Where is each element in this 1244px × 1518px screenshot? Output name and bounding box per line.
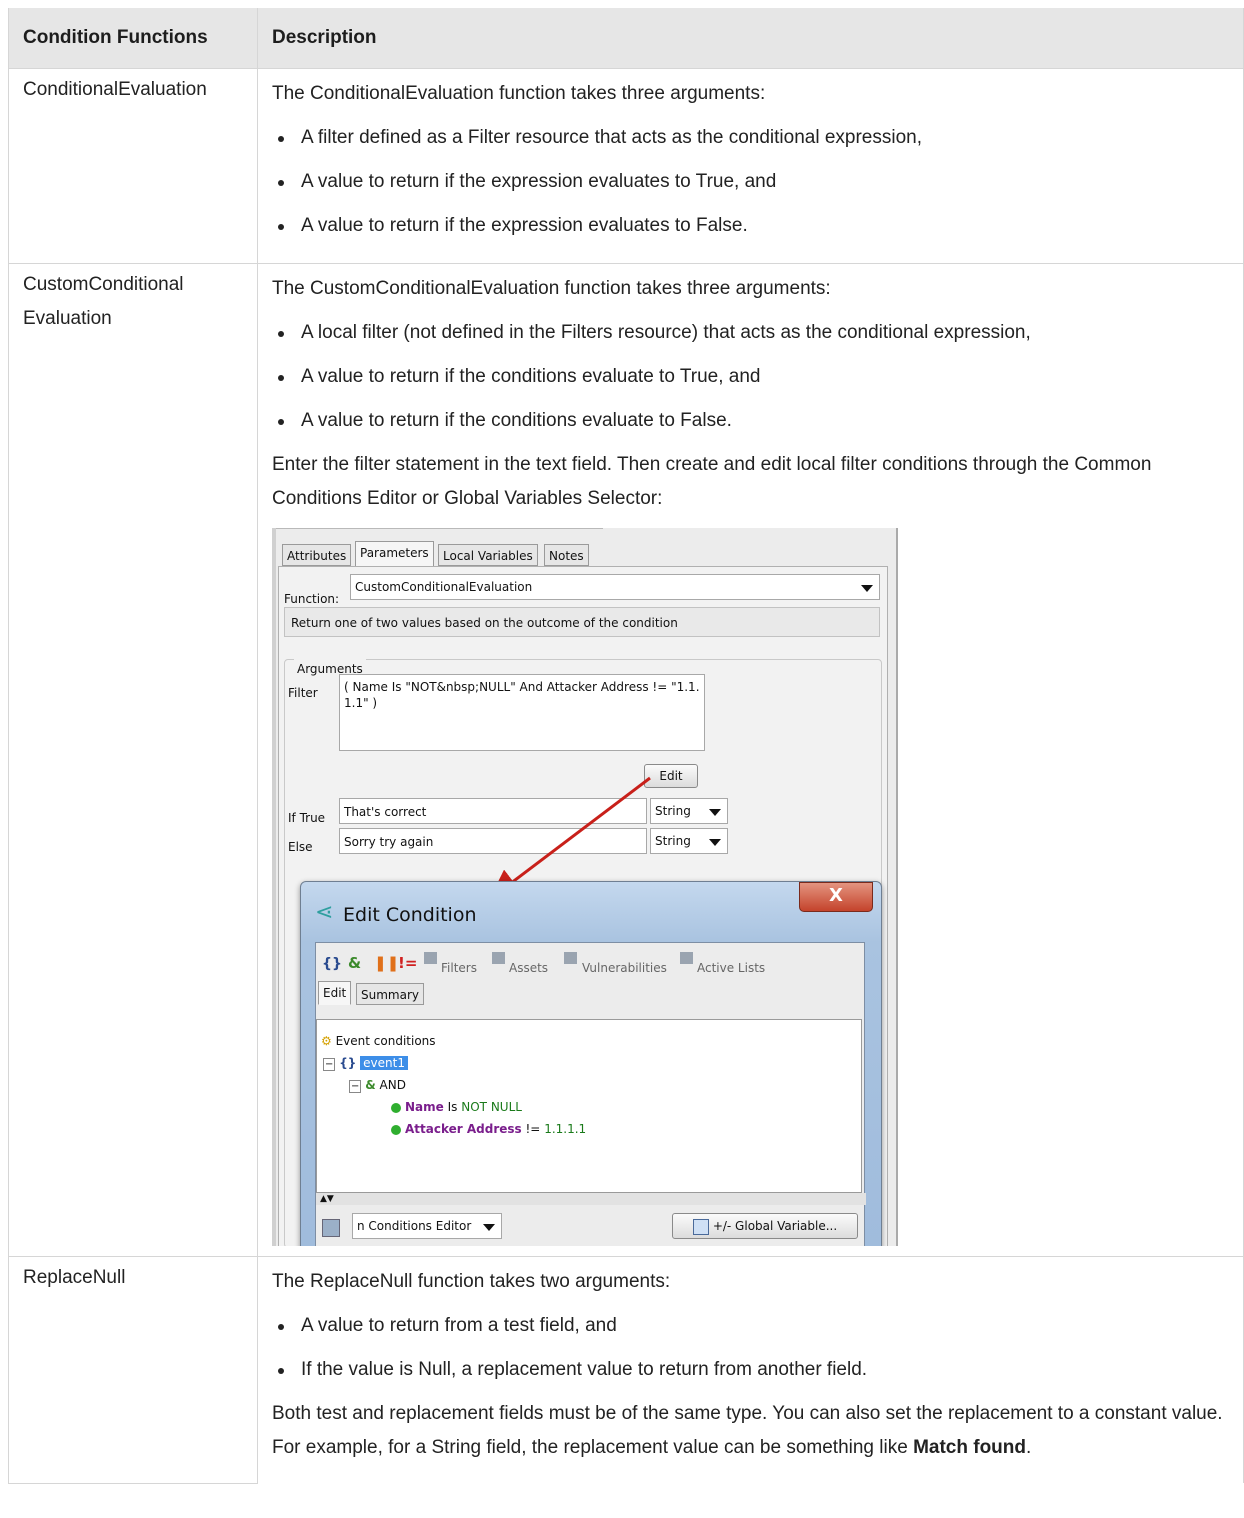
toolbar-vulnerabilities[interactable]: Vulnerabilities [582, 951, 667, 985]
braces-icon[interactable]: {} [322, 947, 342, 981]
editor-select-value: n Conditions Editor [357, 1219, 472, 1233]
editor-select[interactable]: n Conditions Editor [352, 1213, 502, 1239]
active-lists-icon [680, 952, 693, 964]
table-row: ConditionalEvaluation The ConditionalEva… [8, 68, 1244, 264]
table-row: CustomConditional Evaluation The CustomC… [8, 263, 1244, 1257]
list-item: A value to return if the expression eval… [272, 165, 1229, 199]
table-row: ReplaceNull The ReplaceNull function tak… [8, 1256, 1244, 1484]
followup-suffix: . [1026, 1437, 1032, 1458]
dialog-content: {} & ❚❚ != Filters Assets Vulnerabilitie… [315, 942, 866, 1246]
list-item: A local filter (not defined in the Filte… [272, 316, 1229, 350]
condition-icon: ⋖ [315, 900, 334, 925]
list-item: A value to return if the expression eval… [272, 209, 1229, 243]
condition-functions-table: Condition Functions Description Conditio… [8, 8, 1244, 1484]
table-header-row: Condition Functions Description [8, 8, 1244, 69]
ampersand-icon: & [365, 1078, 376, 1092]
function-name: ReplaceNull [23, 1267, 126, 1288]
followup-text: Both test and replacement fields must be… [272, 1403, 1223, 1458]
description-cell: The ReplaceNull function takes two argum… [257, 1256, 1244, 1483]
condition-tree: ⚙ Event conditions − {} event1 − & AND N… [316, 1019, 862, 1193]
vulnerabilities-icon [564, 952, 577, 964]
argument-list: A local filter (not defined in the Filte… [272, 316, 1229, 438]
function-name: ConditionalEvaluation [23, 79, 207, 100]
editor-icon [322, 1219, 340, 1237]
function-icon [692, 1218, 709, 1235]
description-followup: Both test and replacement fields must be… [272, 1397, 1229, 1465]
condition-field: Attacker Address [405, 1122, 522, 1136]
argument-list: A value to return from a test field, and… [272, 1309, 1229, 1387]
toolbar-filters[interactable]: Filters [441, 951, 477, 985]
list-item: A value to return from a test field, and [272, 1309, 1229, 1343]
condition-operator: != [525, 1122, 541, 1136]
not-equal-icon[interactable]: != [398, 946, 417, 980]
filters-icon [424, 952, 437, 964]
column-header-description: Description [257, 8, 1244, 69]
close-button[interactable]: X [799, 882, 873, 912]
argument-list: A filter defined as a Filter resource th… [272, 121, 1229, 243]
list-item: A value to return if the conditions eval… [272, 360, 1229, 394]
description-cell: The CustomConditionalEvaluation function… [257, 263, 1244, 1257]
tree-condition[interactable]: Attacker Address != 1.1.1.1 [391, 1112, 586, 1146]
condition-dot-icon [391, 1124, 401, 1135]
parameters-screenshot: Attributes Parameters Local Variables No… [272, 528, 898, 1246]
tab-summary[interactable]: Summary [356, 983, 424, 1005]
condition-value: 1.1.1.1 [544, 1122, 587, 1136]
dialog-title: Edit Condition [343, 904, 477, 926]
global-variable-button[interactable]: +/- Global Variable... [672, 1213, 858, 1239]
description-intro: The ReplaceNull function takes two argum… [272, 1271, 671, 1292]
description-intro: The ConditionalEvaluation function takes… [272, 83, 766, 104]
list-item: A value to return if the conditions eval… [272, 404, 1229, 438]
chevron-down-icon [483, 1224, 495, 1231]
toolbar-active-lists[interactable]: Active Lists [697, 951, 765, 985]
list-item: If the value is Null, a replacement valu… [272, 1353, 1229, 1387]
collapse-icon[interactable]: − [349, 1080, 362, 1093]
function-name-line-2: Evaluation [23, 308, 112, 329]
ampersand-icon[interactable]: & [348, 946, 361, 980]
function-name-line-1: CustomConditional [23, 274, 184, 295]
description-intro: The CustomConditionalEvaluation function… [272, 278, 831, 299]
collapse-icon[interactable]: − [323, 1058, 336, 1071]
list-item: A filter defined as a Filter resource th… [272, 121, 1229, 155]
toolbar-assets[interactable]: Assets [509, 951, 548, 985]
column-header-condition-functions: Condition Functions [8, 8, 258, 69]
splitter-arrows-icon[interactable]: ▲▼ [316, 1193, 866, 1205]
edit-condition-dialog: ⋖ Edit Condition X {} & ❚❚ != Filters As… [300, 881, 882, 1246]
pause-icon[interactable]: ❚❚ [374, 946, 399, 980]
description-cell: The ConditionalEvaluation function takes… [257, 68, 1244, 264]
condition-dot-icon [391, 1102, 401, 1113]
description-followup: Enter the filter statement in the text f… [272, 454, 1152, 509]
assets-icon [492, 952, 505, 964]
followup-bold: Match found [913, 1437, 1026, 1458]
tab-edit[interactable]: Edit [318, 981, 352, 1005]
function-name-cell: ConditionalEvaluation [8, 68, 258, 264]
function-name-cell: CustomConditional Evaluation [8, 263, 258, 1257]
function-name-cell: ReplaceNull [8, 1256, 258, 1484]
global-variable-label: +/- Global Variable... [712, 1219, 838, 1233]
